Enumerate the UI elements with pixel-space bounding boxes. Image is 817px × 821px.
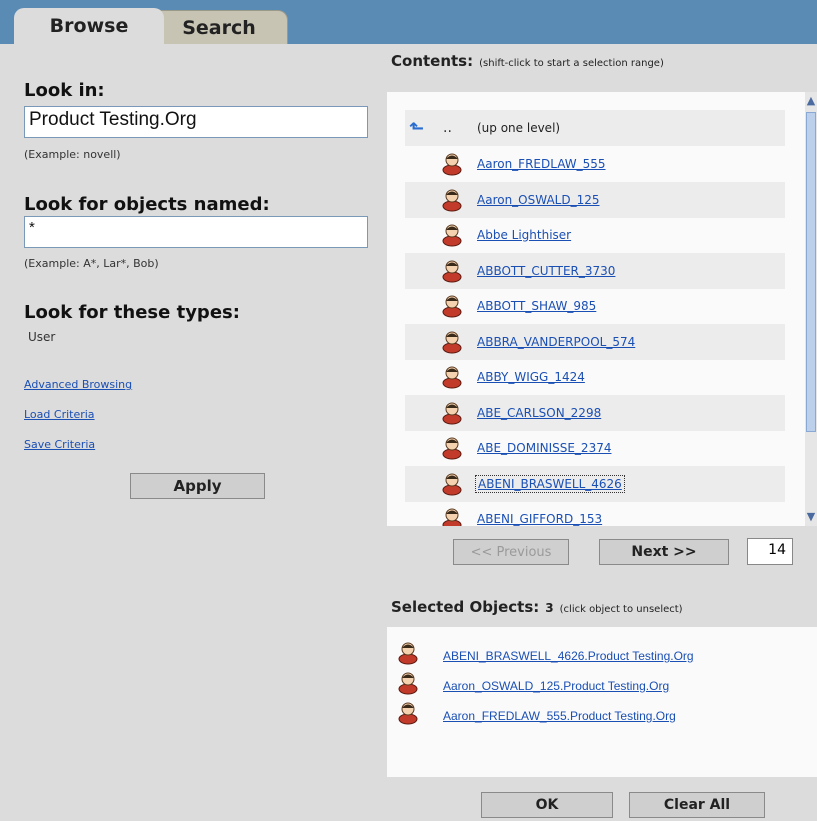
user-icon [441,436,463,460]
up-one-level-label: (up one level) [477,121,561,135]
contents-scrollbar[interactable]: ▲ ▼ [805,92,817,526]
user-icon [441,507,463,526]
selected-item[interactable]: ABENI_BRASWELL_4626.Product Testing.Org [387,639,817,669]
selected-objects-title: Selected Objects: 3 (click object to unsel… [391,598,683,616]
user-icon [441,365,463,389]
objects-named-field[interactable]: * [24,216,368,248]
contents-list: ⬑ .. (up one level) Aaron_FREDLAW_555 Aar… [387,92,805,526]
advanced-browsing-link[interactable]: Advanced Browsing [24,378,132,391]
user-icon [441,401,463,425]
load-criteria-link[interactable]: Load Criteria [24,408,95,421]
list-item[interactable]: ABENI_BRASWELL_4626 [405,465,785,502]
objects-named-hint: (Example: A*, Lar*, Bob) [24,257,159,270]
selected-item[interactable]: Aaron_OSWALD_125.Product Testing.Org [387,669,817,699]
list-item[interactable]: ABBY_WIGG_1424 [405,359,785,395]
selected-item-link[interactable]: Aaron_FREDLAW_555.Product Testing.Org [443,709,676,723]
list-item-link[interactable]: ABENI_GIFFORD_153 [477,512,602,526]
up-arrow-icon: ⬑ [409,117,425,139]
contents-title: Contents: (shift-click to start a selecti… [391,52,664,70]
contents-label: Contents: [391,52,474,70]
user-icon [397,641,419,665]
list-item-link[interactable]: ABBY_WIGG_1424 [477,370,585,384]
list-item-link[interactable]: ABE_DOMINISSE_2374 [477,441,611,455]
objects-named-label: Look for objects named: [24,194,270,215]
list-item[interactable]: Abbe Lighthiser [405,217,785,253]
selected-subtitle: (click object to unselect) [559,604,683,615]
tab-bar: Search Browse [0,0,817,44]
list-item[interactable]: ABENI_GIFFORD_153 [405,501,785,526]
page-number-input[interactable]: 14 [747,538,793,565]
user-icon [441,223,463,247]
look-in-label: Look in: [24,80,105,101]
user-icon [397,701,419,725]
list-item-link[interactable]: ABBOTT_SHAW_985 [477,299,596,313]
tab-search[interactable]: Search [150,10,288,44]
user-icon [441,152,463,176]
contents-panel: Contents: (shift-click to start a selecti… [385,44,817,821]
user-icon [441,330,463,354]
selected-item[interactable]: Aaron_FREDLAW_555.Product Testing.Org [387,699,817,729]
list-item[interactable]: ABBRA_VANDERPOOL_574 [405,323,785,360]
look-in-hint: (Example: novell) [24,148,121,161]
tab-browse[interactable]: Browse [14,8,164,44]
selected-item-link[interactable]: ABENI_BRASWELL_4626.Product Testing.Org [443,649,694,663]
look-in-field[interactable]: Product Testing.Org [24,106,368,138]
list-item-link[interactable]: Aaron_OSWALD_125 [477,193,600,207]
list-item[interactable]: ABBOTT_SHAW_985 [405,288,785,324]
previous-button[interactable]: << Previous [453,539,569,565]
list-item[interactable]: ABE_DOMINISSE_2374 [405,430,785,466]
selected-item-link[interactable]: Aaron_OSWALD_125.Product Testing.Org [443,679,669,693]
parent-dots: .. [443,120,452,136]
list-item[interactable]: ABE_CARLSON_2298 [405,394,785,431]
selected-objects-label: Selected Objects: [391,598,540,616]
clear-all-button[interactable]: Clear All [629,792,765,818]
apply-button[interactable]: Apply [130,473,265,499]
list-item[interactable]: Aaron_FREDLAW_555 [405,146,785,182]
user-icon [441,472,463,496]
user-icon [441,259,463,283]
contents-subtitle: (shift-click to start a selection range) [479,58,664,69]
next-button[interactable]: Next >> [599,539,729,565]
selected-objects-list: ABENI_BRASWELL_4626.Product Testing.Org A… [387,627,817,777]
user-icon [441,188,463,212]
save-criteria-link[interactable]: Save Criteria [24,438,95,451]
selected-count: 3 [545,601,554,615]
browse-criteria-panel: Look in: Product Testing.Org (Example: n… [0,44,385,821]
list-item-link[interactable]: ABBRA_VANDERPOOL_574 [477,335,635,349]
list-item-link[interactable]: ABE_CARLSON_2298 [477,406,601,420]
scroll-up-icon[interactable]: ▲ [805,94,817,108]
list-item-link[interactable]: ABENI_BRASWELL_4626 [475,474,625,493]
list-item-link[interactable]: Aaron_FREDLAW_555 [477,157,606,171]
types-label: Look for these types: [24,302,240,323]
list-item[interactable]: ABBOTT_CUTTER_3730 [405,252,785,289]
user-icon [441,294,463,318]
list-item-link[interactable]: Abbe Lighthiser [477,228,571,242]
up-one-level-row[interactable]: ⬑ .. (up one level) [405,110,785,146]
ok-button[interactable]: OK [481,792,613,818]
list-item[interactable]: Aaron_OSWALD_125 [405,181,785,218]
scroll-down-icon[interactable]: ▼ [805,510,817,524]
user-icon [397,671,419,695]
list-item-link[interactable]: ABBOTT_CUTTER_3730 [477,264,615,278]
scroll-thumb[interactable] [806,112,816,432]
types-value: User [28,330,56,344]
